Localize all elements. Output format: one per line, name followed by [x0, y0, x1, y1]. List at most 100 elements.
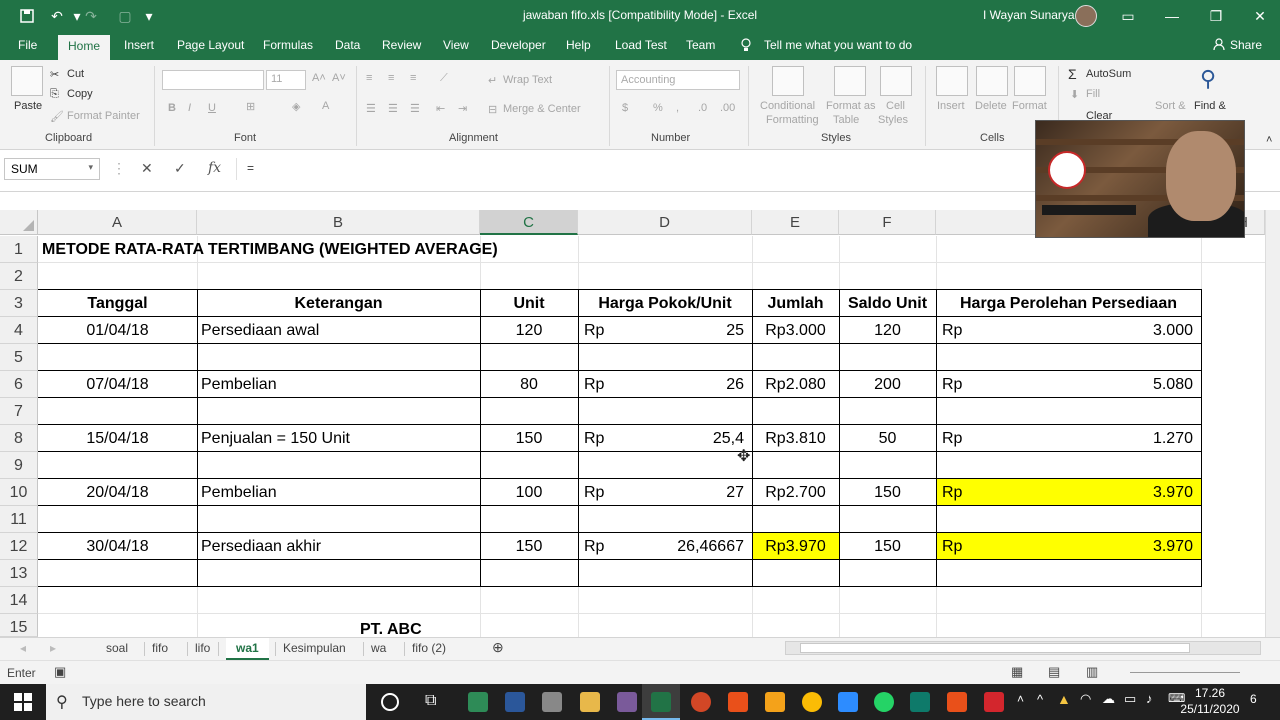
font-size-dropdown[interactable]: 11: [266, 70, 306, 90]
align-right-icon[interactable]: ☰: [410, 102, 420, 115]
cell-jumlah[interactable]: Rp3.970: [752, 533, 839, 560]
cell-tanggal[interactable]: 15/04/18: [38, 425, 197, 452]
cell-saldo-unit[interactable]: 150: [839, 479, 936, 506]
borders-icon[interactable]: ⊞: [246, 100, 255, 113]
excel-taskbar-button[interactable]: [642, 684, 680, 720]
tray-arrow-icon[interactable]: ^: [1037, 692, 1043, 707]
cell-currency-rp[interactable]: Rp: [578, 533, 618, 560]
powerpoint-icon[interactable]: [691, 692, 711, 712]
cell-currency-rp[interactable]: Rp: [578, 479, 618, 506]
cell-harga-pokok[interactable]: 26,46667: [618, 533, 752, 560]
cell-saldo-unit[interactable]: 120: [839, 317, 936, 344]
format-as-table-button[interactable]: Format as: [826, 100, 876, 112]
conditional-formatting-icon[interactable]: [772, 66, 804, 96]
cell-saldo-unit[interactable]: 150: [839, 533, 936, 560]
tab-home[interactable]: Home: [58, 35, 111, 60]
format-painter-button[interactable]: Format Painter: [67, 110, 140, 122]
row-header[interactable]: 3: [0, 290, 38, 317]
notification-badge[interactable]: 6: [1250, 692, 1257, 706]
column-header-a[interactable]: A: [38, 210, 197, 235]
format-cells-icon[interactable]: [1014, 66, 1046, 96]
column-header-e[interactable]: E: [752, 210, 839, 235]
increase-font-icon[interactable]: A˄: [312, 72, 326, 84]
task-view-icon[interactable]: ⧉: [425, 692, 436, 710]
cell-unit[interactable]: 120: [480, 317, 578, 344]
row-header[interactable]: 9: [0, 452, 38, 479]
vertical-scrollbar[interactable]: [1265, 210, 1280, 637]
wrap-text-icon[interactable]: ↵: [488, 74, 497, 87]
tab-data[interactable]: Data: [335, 38, 360, 52]
number-format-dropdown[interactable]: Accounting: [616, 70, 740, 90]
row-header[interactable]: 1: [0, 236, 38, 263]
cell-currency-rp[interactable]: Rp: [578, 317, 618, 344]
copy-button[interactable]: Copy: [67, 88, 93, 100]
cell-saldo-unit[interactable]: 200: [839, 371, 936, 398]
cell-currency-rp[interactable]: Rp: [936, 317, 996, 344]
clock-time[interactable]: 17.26: [1178, 686, 1242, 700]
row-header[interactable]: 13: [0, 560, 38, 587]
paste-button[interactable]: Paste: [14, 100, 42, 112]
row-header[interactable]: 7: [0, 398, 38, 425]
column-header-f[interactable]: F: [839, 210, 936, 235]
sheet-tab[interactable]: lifo: [195, 641, 210, 655]
name-box[interactable]: SUM ▾: [4, 158, 100, 180]
cancel-entry-icon[interactable]: ✕: [141, 160, 153, 177]
tab-view[interactable]: View: [443, 38, 469, 52]
format-painter-icon[interactable]: 🖌: [50, 110, 64, 123]
sort-filter-button[interactable]: Sort &: [1155, 100, 1186, 112]
merge-center-button[interactable]: Merge & Center: [503, 103, 581, 115]
sheet-tab[interactable]: fifo (2): [412, 641, 446, 655]
more-options-icon[interactable]: ⋮: [112, 160, 126, 177]
cell-keterangan[interactable]: Pembelian: [197, 479, 480, 506]
cut-icon[interactable]: ✂: [50, 68, 59, 81]
name-box-dropdown-icon[interactable]: ▾: [88, 162, 93, 173]
cell-currency-rp[interactable]: Rp: [936, 371, 996, 398]
zoom-app-icon[interactable]: [838, 692, 858, 712]
cell-harga-pokok[interactable]: 27: [618, 479, 752, 506]
cell-harga-perolehan[interactable]: 3.000: [996, 317, 1201, 344]
paste-icon[interactable]: [11, 66, 43, 96]
wrap-text-button[interactable]: Wrap Text: [503, 74, 552, 86]
cell-harga-pokok[interactable]: 25: [618, 317, 752, 344]
close-icon[interactable]: ✕: [1240, 4, 1280, 28]
zoom-slider[interactable]: [1130, 672, 1240, 673]
cell-harga-pokok[interactable]: 26: [618, 371, 752, 398]
cell-unit[interactable]: 150: [480, 533, 578, 560]
row-header[interactable]: 10: [0, 479, 38, 506]
row-header[interactable]: 5: [0, 344, 38, 371]
header-cell-keterangan[interactable]: Keterangan: [197, 290, 480, 317]
header-cell-harga-pokok[interactable]: Harga Pokok/Unit: [578, 290, 752, 317]
horizontal-scrollbar[interactable]: [785, 641, 1261, 655]
font-color-icon[interactable]: A: [322, 100, 329, 112]
percent-style-icon[interactable]: %: [653, 102, 663, 114]
row-header[interactable]: 15: [0, 614, 38, 637]
scroll-tabs-right-icon[interactable]: ▸: [50, 641, 56, 655]
row-header[interactable]: 11: [0, 506, 38, 533]
tab-insert[interactable]: Insert: [124, 38, 154, 52]
cell-harga-pokok[interactable]: 25,4: [618, 425, 752, 452]
fill-color-icon[interactable]: ◈: [292, 100, 300, 113]
clock-date[interactable]: 25/11/2020: [1178, 702, 1242, 716]
whatsapp-icon[interactable]: [874, 692, 894, 712]
cell-unit[interactable]: 80: [480, 371, 578, 398]
header-cell-jumlah[interactable]: Jumlah: [752, 290, 839, 317]
cell-currency-rp[interactable]: Rp: [578, 425, 618, 452]
cell-keterangan[interactable]: Pembelian: [197, 371, 480, 398]
page-break-view-icon[interactable]: ▥: [1086, 664, 1098, 680]
sheet-tab[interactable]: soal: [106, 641, 128, 655]
delete-cells-icon[interactable]: [976, 66, 1008, 96]
row-header[interactable]: 12: [0, 533, 38, 560]
cell-currency-rp[interactable]: Rp: [936, 533, 996, 560]
ribbon-display-options-icon[interactable]: ▭: [1108, 4, 1148, 28]
avatar[interactable]: [1075, 5, 1097, 27]
macro-recording-icon[interactable]: ▣: [54, 664, 66, 680]
new-sheet-icon[interactable]: ⊕: [492, 639, 504, 656]
column-header-b[interactable]: B: [197, 210, 480, 235]
sheet-tab[interactable]: Kesimpulan: [283, 641, 346, 655]
scroll-tabs-left-icon[interactable]: ◂: [20, 641, 26, 655]
collapse-ribbon-icon[interactable]: ˄: [1266, 134, 1272, 146]
font-name-dropdown[interactable]: [162, 70, 264, 90]
insert-cells-icon[interactable]: [936, 66, 968, 96]
align-left-icon[interactable]: ☰: [366, 102, 376, 115]
sheet-tab[interactable]: wa1: [226, 638, 269, 660]
